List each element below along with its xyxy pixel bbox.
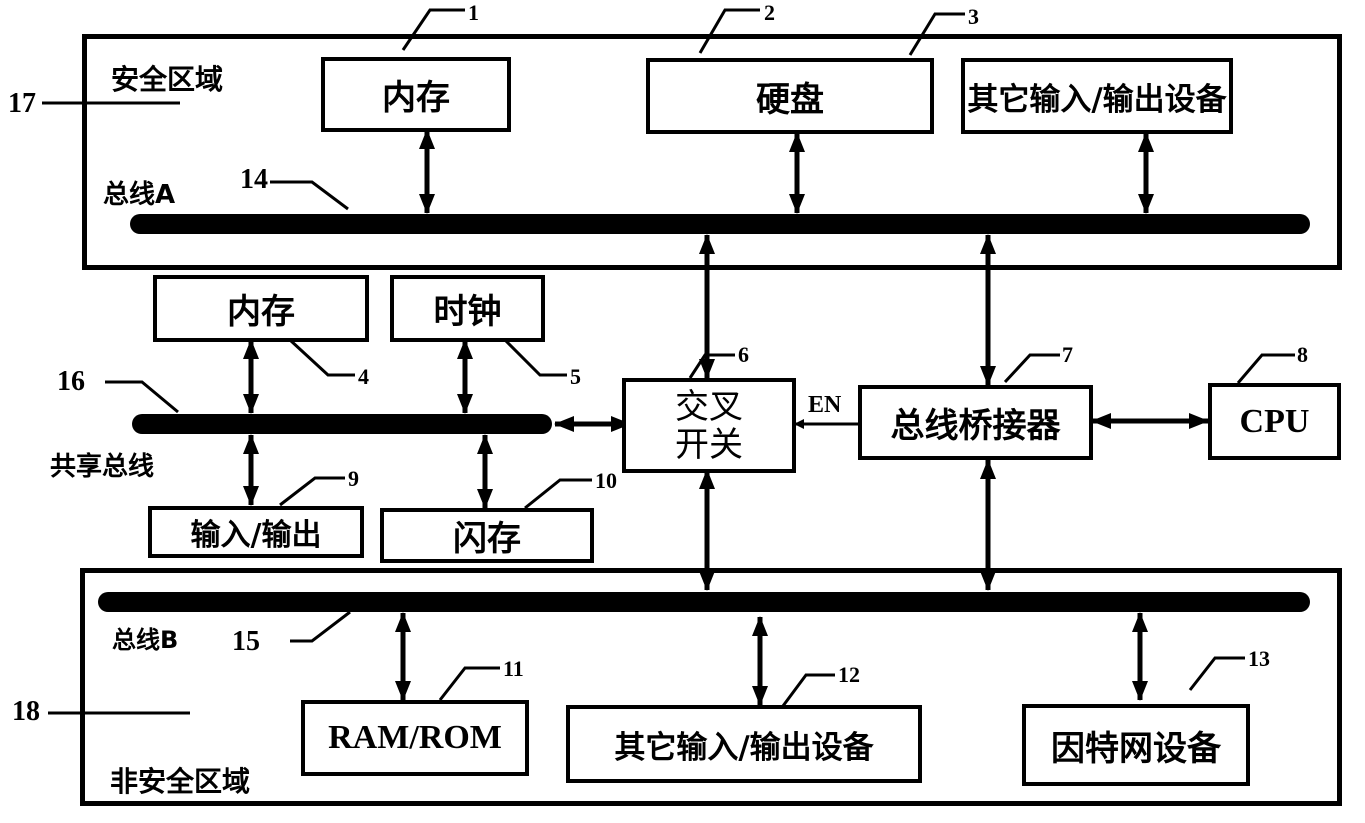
ram-rom-box: RAM/ROM	[301, 700, 529, 776]
leader-5	[503, 338, 567, 377]
leader-10	[524, 478, 592, 510]
clock-label: 时钟	[433, 292, 502, 332]
memory-shared-label: 内存	[227, 292, 295, 332]
ram-rom-label: RAM/ROM	[328, 719, 502, 756]
bus-a-ref: 14	[240, 164, 268, 195]
cpu-label: CPU	[1239, 402, 1310, 440]
shared-bus-ref: 16	[57, 366, 85, 397]
bus-bridge-label: 总线桥接器	[890, 406, 1061, 446]
memory-a-box: 内存	[321, 57, 511, 132]
ref-11: 11	[503, 656, 524, 681]
io-shared-box: 输入/输出	[148, 506, 364, 558]
ref-12: 12	[838, 662, 860, 687]
ref-3: 3	[968, 4, 979, 29]
io-a-label: 其它输入/输出设备	[967, 81, 1227, 118]
ref-5: 5	[570, 364, 581, 389]
leader-8	[1236, 353, 1295, 384]
cross-switch-label-line1: 交叉	[675, 386, 743, 427]
leader-14	[270, 180, 349, 211]
hdd-label: 硬盘	[756, 79, 824, 120]
leader-1	[401, 8, 465, 51]
io-b-box: 其它输入/输出设备	[566, 705, 922, 783]
io-shared-label: 输入/输出	[190, 518, 322, 553]
enable-signal-label: EN	[808, 392, 842, 418]
leader-3	[908, 12, 965, 56]
cross-switch-label-line2: 开关	[675, 424, 743, 465]
secure-zone-label: 安全区域	[111, 63, 224, 96]
insecure-zone-label: 非安全区域	[110, 765, 251, 798]
leader-15	[290, 610, 351, 643]
clock-box: 时钟	[390, 275, 545, 342]
leader-7	[1003, 353, 1060, 384]
leader-11	[438, 666, 500, 701]
ref-10: 10	[595, 468, 617, 493]
ref-1: 1	[468, 0, 479, 25]
cross-switch-box: 交叉 开关	[622, 378, 796, 473]
ref-8: 8	[1297, 342, 1308, 367]
ref-2: 2	[764, 0, 775, 25]
bus-b-ref: 15	[232, 626, 260, 657]
secure-zone-ref: 17	[8, 88, 36, 119]
ref-6: 6	[738, 342, 749, 367]
shared-bus-label: 共享总线	[50, 452, 155, 482]
bus-a-label: 总线A	[103, 180, 176, 210]
internet-device-box: 因特网设备	[1022, 704, 1250, 786]
ref-4: 4	[358, 364, 369, 389]
memory-shared-box: 内存	[153, 275, 369, 342]
leader-2	[698, 8, 760, 54]
leader-16	[105, 380, 179, 414]
insecure-zone-ref: 18	[12, 696, 40, 727]
flash-box: 闪存	[380, 508, 594, 563]
bus-bridge-box: 总线桥接器	[858, 385, 1093, 460]
ref-9: 9	[348, 466, 359, 491]
leader-13	[1188, 656, 1245, 691]
memory-a-label: 内存	[382, 78, 450, 118]
leader-9	[279, 476, 345, 507]
ref-13: 13	[1248, 646, 1270, 671]
leader-6	[688, 353, 735, 379]
leader-4	[288, 338, 355, 377]
cpu-box: CPU	[1208, 383, 1341, 460]
ref-7: 7	[1062, 342, 1073, 367]
hdd-box: 硬盘	[646, 58, 934, 134]
bus-b-label: 总线B	[112, 626, 179, 654]
io-b-label: 其它输入/输出设备	[614, 729, 874, 766]
io-a-box: 其它输入/输出设备	[961, 58, 1233, 134]
internet-device-label: 因特网设备	[1051, 728, 1221, 769]
flash-label: 闪存	[453, 519, 521, 559]
